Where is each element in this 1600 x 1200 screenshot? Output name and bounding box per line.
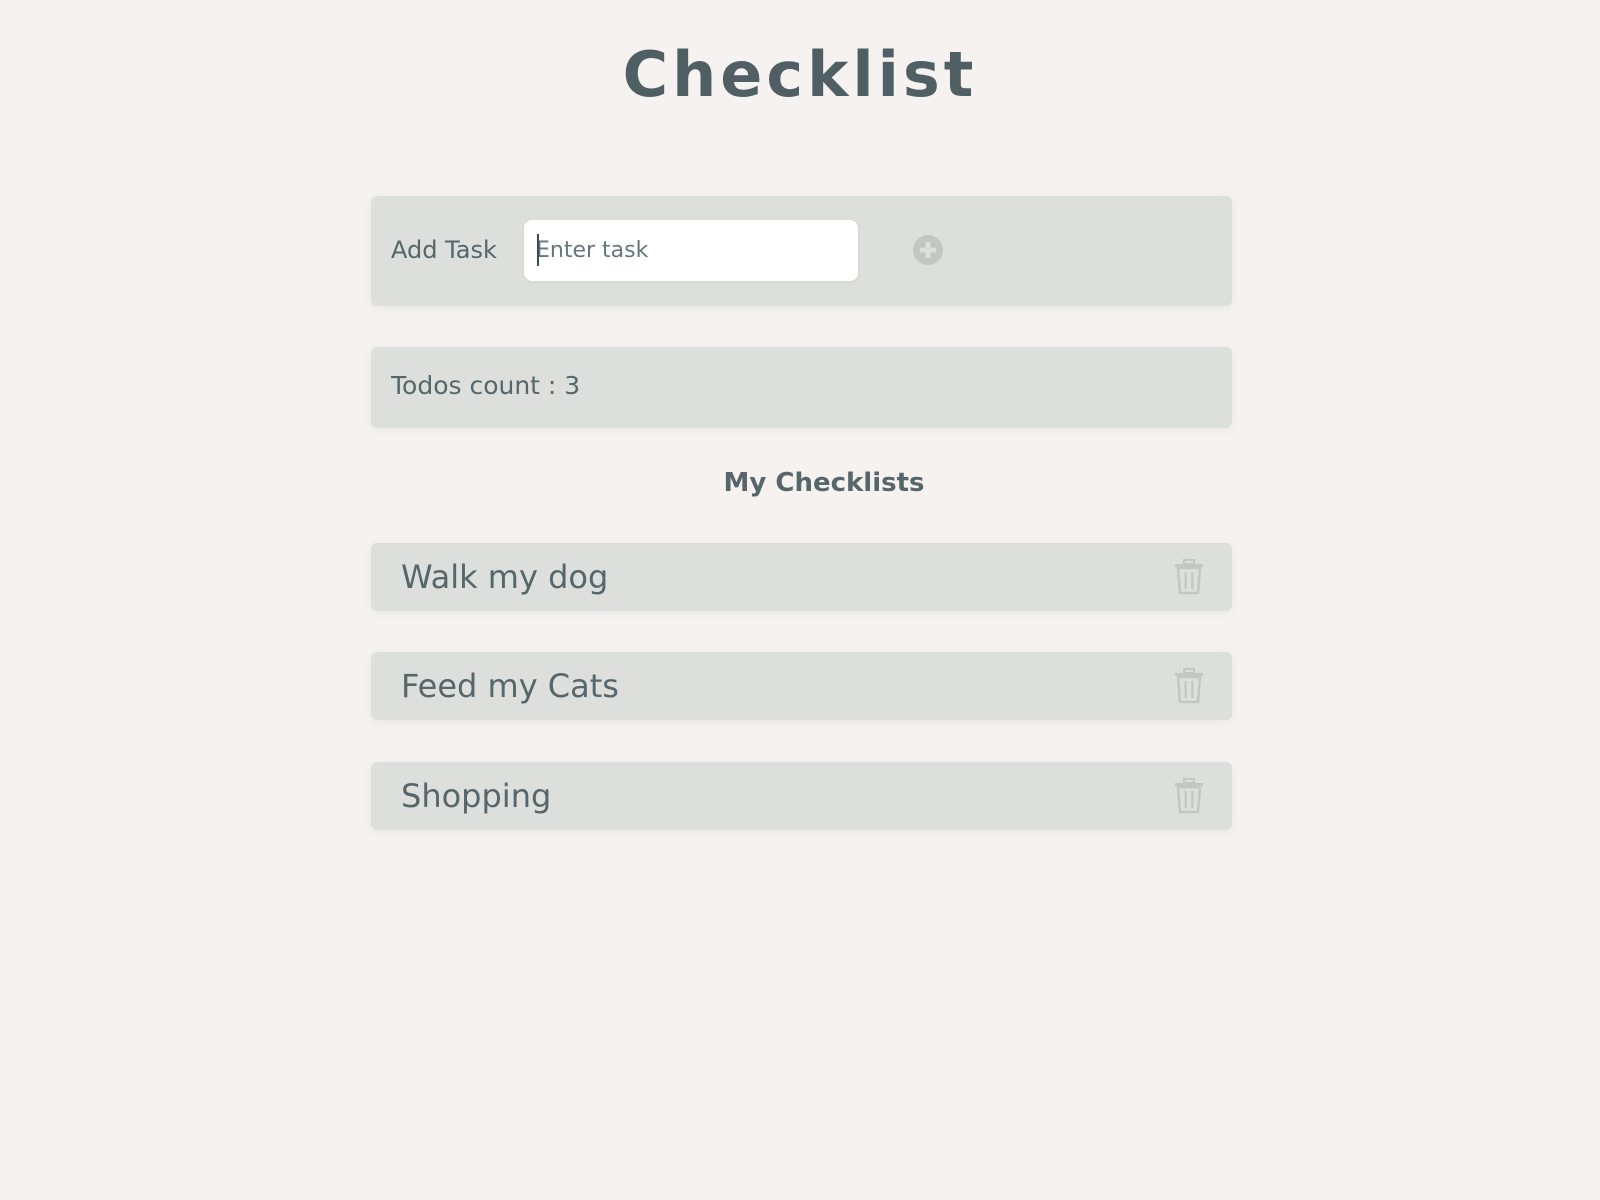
todos-count-panel: Todos count : 3 [371,347,1232,428]
task-input[interactable] [524,220,858,281]
add-task-button[interactable] [911,233,945,267]
plus-circle-icon [913,235,943,265]
add-task-label: Add Task [391,236,497,264]
delete-todo-button[interactable] [1174,559,1204,595]
todo-item: Feed my Cats [371,652,1232,720]
add-task-panel: Add Task [371,196,1232,306]
todos-count: Todos count : 3 [391,371,581,400]
todo-item: Walk my dog [371,543,1232,611]
trash-icon [1175,559,1203,595]
todo-item-label: Feed my Cats [401,667,619,705]
page-title: Checklist [622,38,978,111]
section-title: My Checklists [723,468,925,498]
todo-item-label: Walk my dog [401,558,609,596]
todo-item: Shopping [371,762,1232,830]
text-cursor [537,234,539,266]
trash-icon [1175,778,1203,814]
trash-icon [1175,668,1203,704]
delete-todo-button[interactable] [1174,668,1204,704]
todo-item-label: Shopping [401,777,552,815]
delete-todo-button[interactable] [1174,778,1204,814]
